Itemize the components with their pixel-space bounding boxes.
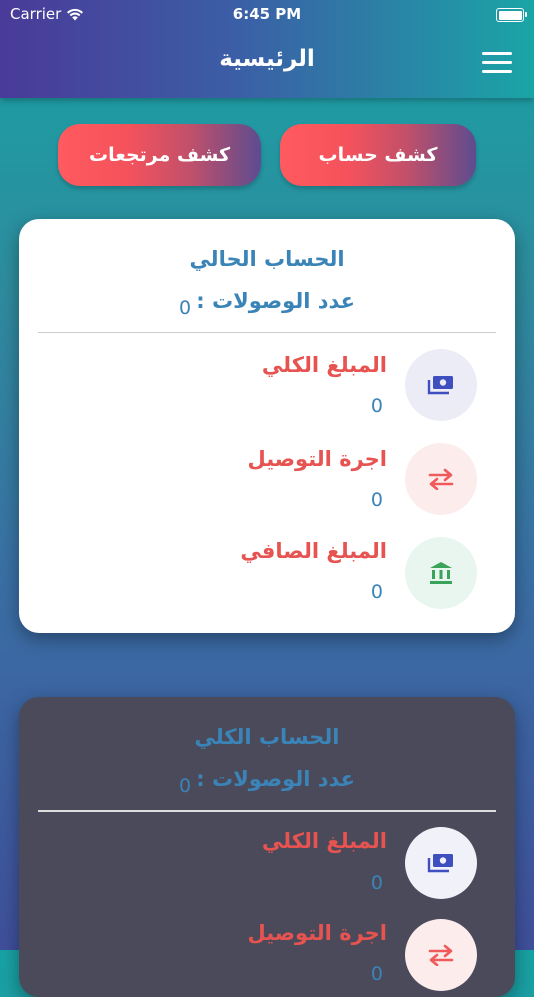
total-account-title: الحساب الكلي: [194, 725, 340, 749]
receipts-count-value: 0: [179, 775, 192, 797]
divider: [38, 332, 496, 333]
transfer-icon: [405, 443, 477, 515]
current-account-title: الحساب الحالي: [189, 247, 345, 271]
divider: [38, 810, 496, 812]
delivery-fee-value: 0: [370, 963, 383, 985]
top-bar: Carrier 6:45 PM الرئيسية: [0, 0, 534, 98]
total-account-card: الحساب الكلي عدد الوصولات : 0 المبلغ الك…: [19, 697, 515, 997]
receipts-count-label: عدد الوصولات :: [196, 767, 355, 791]
status-time: 6:45 PM: [232, 5, 302, 23]
receipts-count-label: عدد الوصولات :: [196, 289, 355, 313]
account-statement-button[interactable]: كشف حساب: [280, 124, 476, 186]
net-amount-value: 0: [370, 581, 383, 603]
total-amount-value: 0: [370, 395, 383, 417]
receipts-count-value: 0: [179, 297, 192, 319]
total-amount-label: المبلغ الكلي: [261, 829, 387, 853]
delivery-fee-label: اجرة التوصيل: [247, 921, 387, 945]
delivery-fee-label: اجرة التوصيل: [247, 447, 387, 471]
total-amount-value: 0: [370, 872, 383, 894]
money-icon: [405, 827, 477, 899]
total-amount-label: المبلغ الكلي: [261, 353, 387, 377]
bank-icon: [405, 537, 477, 609]
status-bar: Carrier 6:45 PM: [0, 0, 534, 30]
transfer-icon: [405, 919, 477, 991]
money-icon: [405, 349, 477, 421]
hamburger-menu-icon[interactable]: [482, 52, 512, 74]
delivery-fee-value: 0: [370, 489, 383, 511]
returns-statement-button[interactable]: كشف مرتجعات: [58, 124, 261, 186]
page-title: الرئيسية: [219, 46, 315, 72]
net-amount-label: المبلغ الصافي: [240, 539, 387, 563]
current-account-card: الحساب الحالي عدد الوصولات : 0 المبلغ ال…: [19, 219, 515, 633]
battery-icon: [496, 8, 527, 22]
